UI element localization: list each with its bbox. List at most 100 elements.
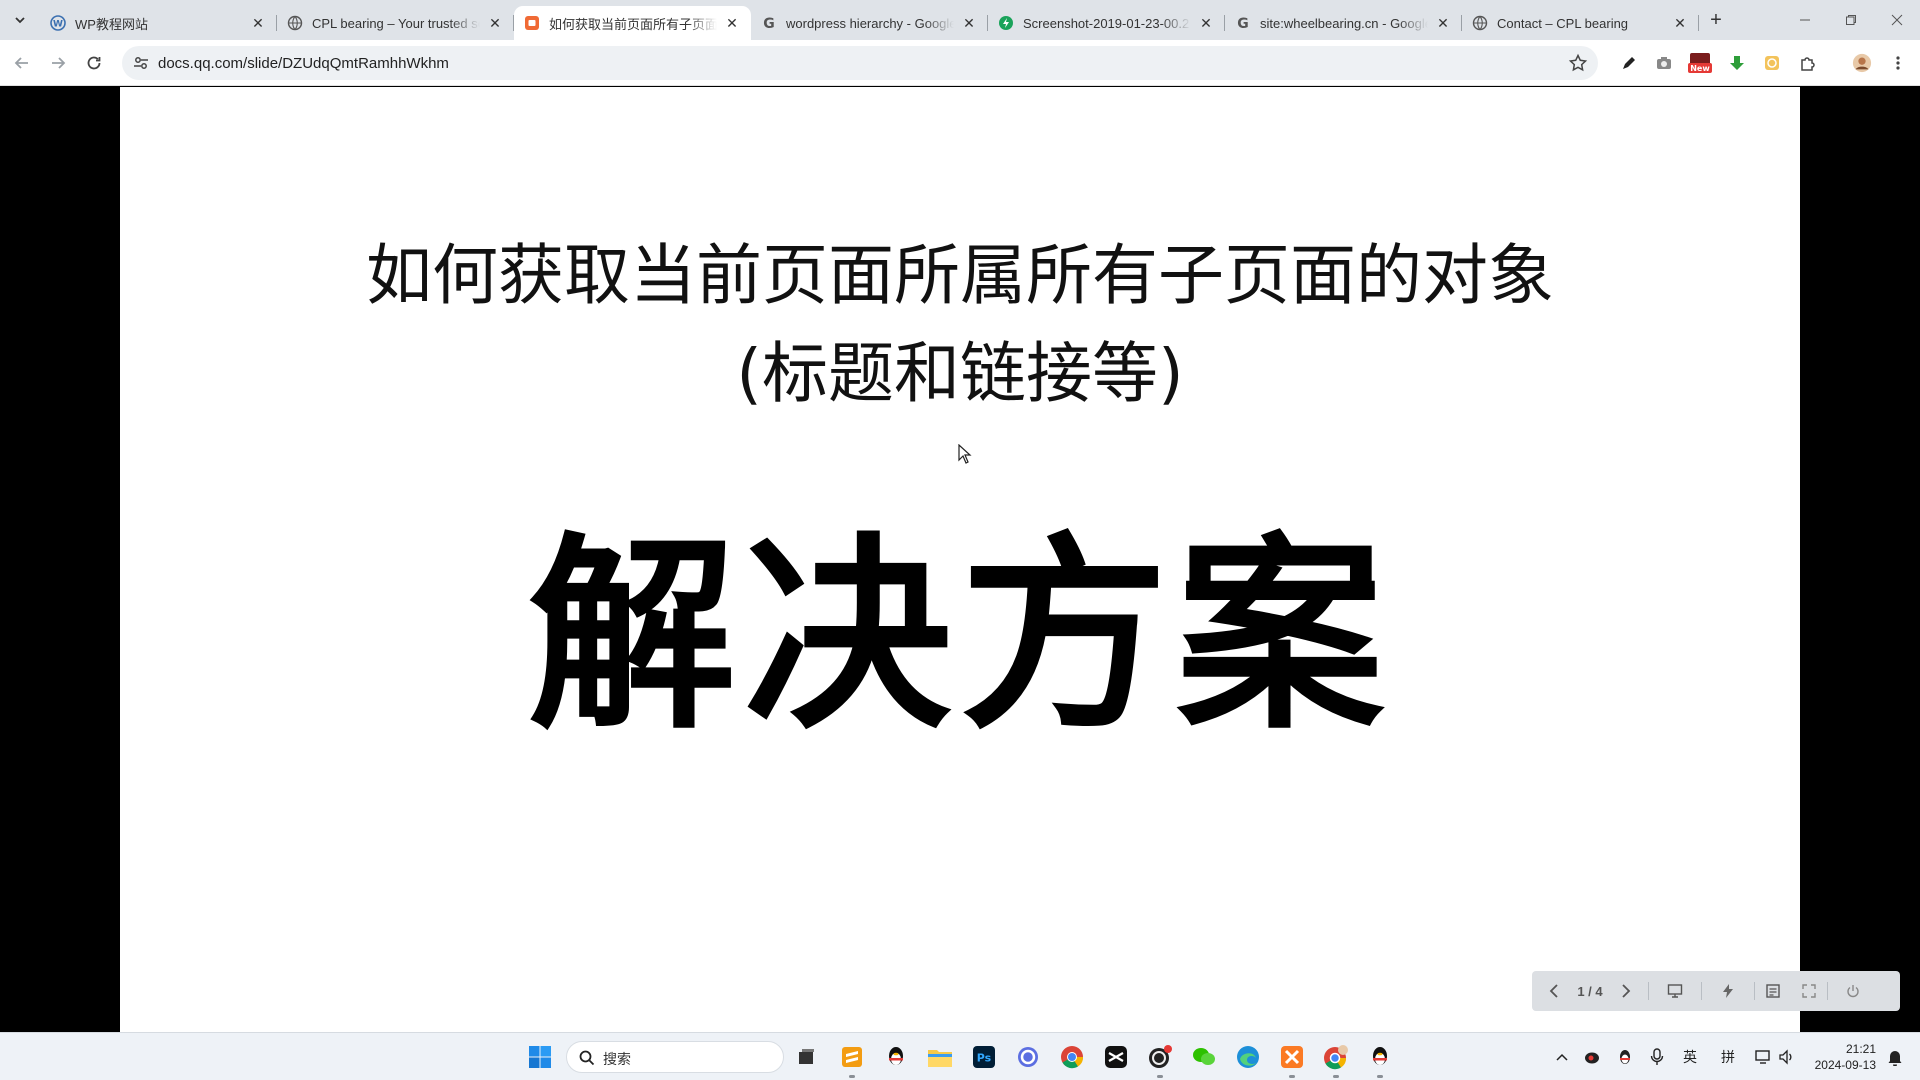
svg-text:G: G [763,16,775,31]
clock-time: 21:21 [1845,1042,1876,1056]
running-indicator [1289,1075,1295,1078]
edge-icon[interactable] [1232,1041,1264,1073]
globe-icon [287,15,303,31]
slide-headline: 解决方案 [528,516,1392,758]
profile-avatar[interactable] [1852,53,1872,73]
file-explorer-icon[interactable] [924,1041,956,1073]
tab-wp-tutorial[interactable]: W WP教程网站 ✕ [40,6,277,40]
chrome-icon[interactable] [1056,1041,1088,1073]
lightning-icon [1723,984,1733,998]
restore-button[interactable] [1828,0,1874,40]
running-indicator [1333,1075,1339,1078]
network-icon[interactable] [1752,1047,1774,1067]
clock-date: 2024-09-13 [1814,1058,1876,1072]
tray-overflow-chevron-icon[interactable] [1552,1047,1572,1067]
photoshop-icon[interactable]: Ps [968,1041,1000,1073]
close-icon [1891,14,1903,26]
tab-title: CPL bearing – Your trusted source [312,15,480,31]
browser-tabstrip: W WP教程网站 ✕ CPL bearing – Your trusted so… [0,0,1920,40]
new-badge: New [1690,64,1710,73]
mouse-cursor-icon [958,444,972,464]
site-settings-icon[interactable] [132,54,150,72]
reload-button[interactable] [80,49,108,77]
presentation-slide[interactable]: 如何获取当前页面所属所有子页面的对象(标题和链接等) 解决方案 [120,87,1800,1032]
tab-search-button[interactable] [8,8,32,32]
tab-cpl-contact[interactable]: Contact – CPL bearing ✕ [1462,6,1699,40]
wechat-icon[interactable] [1188,1041,1220,1073]
close-icon[interactable]: ✕ [1197,14,1215,32]
fullscreen-icon [1802,984,1816,998]
laser-pointer-button[interactable] [1702,971,1754,1011]
restore-icon [1846,15,1856,25]
blue-circle-app-icon[interactable] [1012,1041,1044,1073]
browser-toolbar: docs.qq.com/slide/DZUdqQmtRamhhWkhm New [0,40,1920,86]
task-view-icon[interactable] [790,1041,822,1073]
search-label: 搜索 [603,1051,631,1067]
close-icon[interactable]: ✕ [1434,14,1452,32]
presenter-view-button[interactable] [1649,971,1701,1011]
google-icon: G [761,15,777,31]
close-icon[interactable]: ✕ [960,14,978,32]
globe-icon [1472,15,1488,31]
page-viewport: 如何获取当前页面所属所有子页面的对象(标题和链接等) 解决方案 1 / 4 [0,87,1920,1032]
qq-app-icon[interactable] [1364,1041,1396,1078]
address-bar[interactable]: docs.qq.com/slide/DZUdqQmtRamhhWkhm [122,46,1598,80]
exit-presentation-button[interactable] [1828,971,1878,1011]
capcut-icon[interactable] [1100,1041,1132,1073]
tab-cpl-bearing[interactable]: CPL bearing – Your trusted source ✕ [277,6,514,40]
chevron-down-icon [15,17,25,24]
close-icon[interactable]: ✕ [249,14,267,32]
close-window-button[interactable] [1874,0,1920,40]
tab-screenshot[interactable]: Screenshot-2019-01-23-00.2 ✕ [988,6,1225,40]
orange-extension-icon[interactable] [1762,53,1782,73]
tab-title: 如何获取当前页面所有子页面的对象 [549,16,717,32]
next-slide-button[interactable] [1604,971,1648,1011]
notification-bell-icon[interactable] [1884,1047,1906,1067]
windows-start-icon[interactable] [524,1041,556,1073]
download-arrow-extension-icon[interactable] [1727,53,1747,73]
tab-google-wordpress-hierarchy[interactable]: G wordpress hierarchy - Google Search ✕ [751,6,988,40]
google-icon: G [1235,15,1251,31]
close-icon[interactable]: ✕ [723,14,741,32]
new-badge-extension-icon[interactable]: New [1687,53,1713,73]
taskbar-search-box[interactable]: 搜索 [566,1041,784,1073]
bookmark-star-icon[interactable] [1568,53,1588,73]
chevron-left-icon [1549,984,1558,998]
system-clock[interactable]: 21:21 2024-09-13 [1806,1041,1876,1073]
running-indicator [1377,1075,1383,1078]
pen-extension-icon[interactable] [1619,53,1639,73]
tab-title: Contact – CPL bearing [1497,15,1629,31]
close-icon[interactable]: ✕ [486,14,504,32]
ime-language-indicator[interactable]: 英 [1678,1047,1702,1067]
tab-title: site:wheelbearing.cn - Google Search [1260,15,1428,31]
fullscreen-button[interactable] [1791,971,1827,1011]
xampp-icon[interactable] [1276,1041,1308,1078]
close-icon[interactable]: ✕ [1671,14,1689,32]
extensions-puzzle-icon[interactable] [1798,53,1818,73]
svg-text:G: G [1237,16,1249,31]
obs-icon[interactable] [1144,1041,1176,1078]
sublime-text-icon[interactable] [836,1041,868,1078]
microphone-icon[interactable] [1646,1047,1668,1067]
forward-button[interactable] [44,49,72,77]
url-text[interactable]: docs.qq.com/slide/DZUdqQmtRamhhWkhm [158,55,449,72]
back-button[interactable] [8,49,36,77]
tray-qq-icon[interactable] [1614,1047,1636,1067]
prev-slide-button[interactable] [1532,971,1576,1011]
new-tab-button[interactable]: + [1704,8,1728,32]
tab-tencent-slide[interactable]: 如何获取当前页面所有子页面的对象 ✕ [514,6,751,40]
tab-title: wordpress hierarchy - Google Search [786,15,954,31]
tab-google-site-search[interactable]: G site:wheelbearing.cn - Google Search ✕ [1225,6,1462,40]
ime-mode-indicator[interactable]: 拼 [1716,1047,1740,1067]
browser-menu-icon[interactable] [1888,53,1908,73]
chrome-profile-icon[interactable] [1320,1041,1352,1078]
volume-icon[interactable] [1776,1047,1798,1067]
slide-title: 如何获取当前页面所属所有子页面的对象(标题和链接等) [366,237,1554,412]
search-icon [579,1050,595,1066]
tab-title: Screenshot-2019-01-23-00.2 [1023,15,1190,31]
notes-button[interactable] [1755,971,1791,1011]
camera-extension-icon[interactable] [1654,53,1674,73]
minimize-button[interactable] [1782,0,1828,40]
tray-weibo-icon[interactable] [1582,1047,1604,1067]
qq-penguin-icon[interactable] [880,1041,912,1073]
